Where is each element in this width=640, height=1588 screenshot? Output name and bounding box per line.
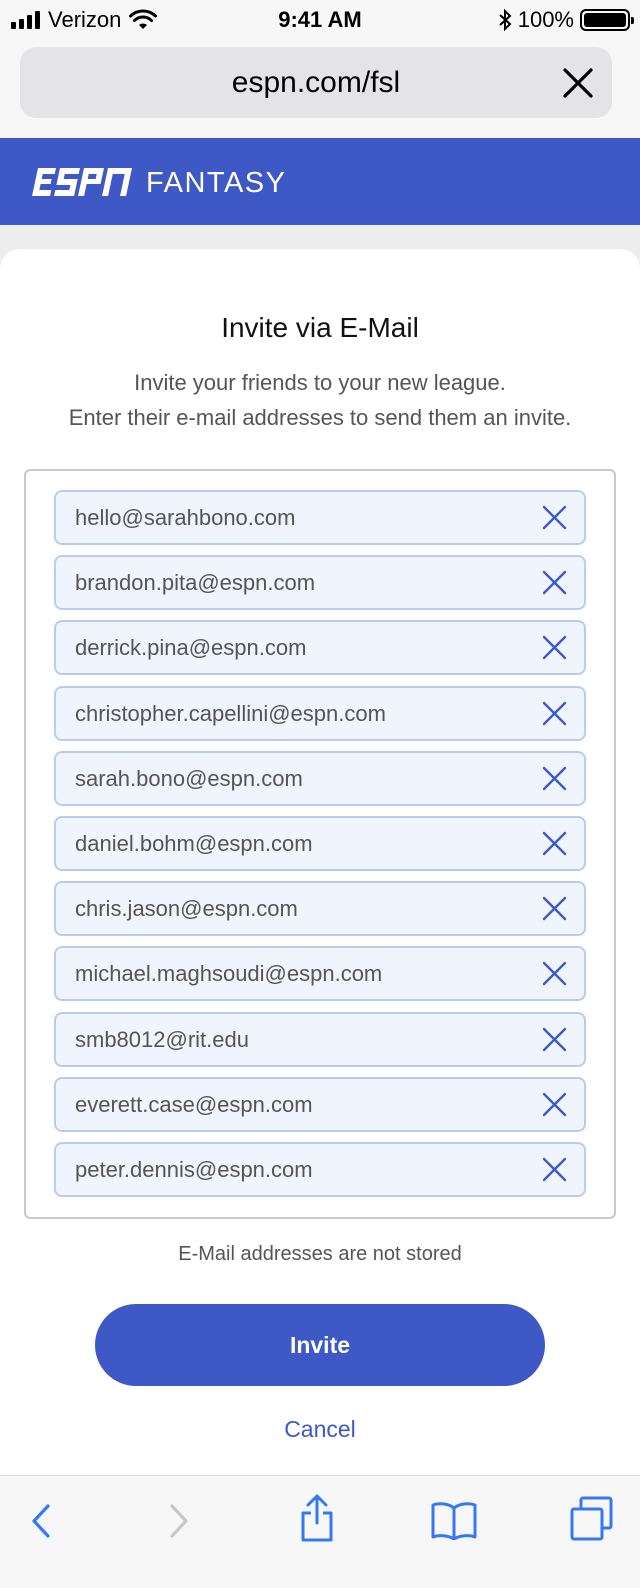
close-icon[interactable] (562, 67, 594, 99)
email-chip-label: hello@sarahbono.com (75, 505, 296, 530)
email-chip[interactable]: sarah.bono@espn.com (54, 751, 586, 806)
url-text[interactable]: espn.com/fsl (20, 47, 612, 118)
page-title: Invite via E-Mail (221, 312, 419, 343)
forward-icon[interactable] (168, 1503, 190, 1539)
close-icon[interactable] (541, 960, 568, 987)
email-chip[interactable]: hello@sarahbono.com (54, 490, 586, 545)
close-icon[interactable] (541, 700, 568, 727)
email-chip-label: smb8012@rit.edu (75, 1027, 249, 1052)
email-chip-label: peter.dennis@espn.com (75, 1157, 313, 1182)
status-bar: Verizon 9:41 AM 100% (0, 0, 640, 40)
email-chip-label: derrick.pina@espn.com (75, 635, 307, 660)
close-icon[interactable] (541, 1156, 568, 1183)
browser-toolbar (0, 1475, 640, 1588)
close-icon[interactable] (541, 765, 568, 792)
url-bar[interactable]: espn.com/fsl (20, 47, 612, 118)
email-chip[interactable]: derrick.pina@espn.com (54, 620, 586, 675)
close-icon[interactable] (541, 504, 568, 531)
brand-product-label: FANTASY (146, 167, 287, 199)
email-chip-label: chris.jason@espn.com (75, 896, 298, 921)
espn-logo (32, 168, 132, 196)
subtitle-line-1: Invite your friends to your new league. (134, 370, 506, 395)
battery-percent: 100% (517, 7, 574, 32)
email-chip[interactable]: chris.jason@espn.com (54, 881, 586, 936)
share-icon[interactable] (299, 1493, 335, 1543)
email-chip-label: sarah.bono@espn.com (75, 766, 303, 791)
email-chip[interactable]: everett.case@espn.com (54, 1077, 586, 1132)
privacy-note: E-Mail addresses are not stored (178, 1243, 462, 1265)
tabs-icon[interactable] (568, 1495, 616, 1543)
bookmarks-icon[interactable] (430, 1500, 478, 1540)
battery-icon (580, 9, 634, 31)
close-icon[interactable] (541, 634, 568, 661)
email-chip-label: daniel.bohm@espn.com (75, 831, 313, 856)
close-icon[interactable] (541, 1026, 568, 1053)
close-icon[interactable] (541, 895, 568, 922)
email-chip-label: brandon.pita@espn.com (75, 570, 316, 595)
bluetooth-icon (499, 8, 512, 32)
invite-button[interactable]: Invite (95, 1304, 545, 1386)
close-icon[interactable] (541, 1091, 568, 1118)
email-chip-label: michael.maghsoudi@espn.com (75, 961, 383, 986)
close-icon[interactable] (541, 569, 568, 596)
cancel-button[interactable]: Cancel (0, 1412, 640, 1446)
email-chip[interactable]: michael.maghsoudi@espn.com (54, 946, 586, 1001)
email-chip[interactable]: daniel.bohm@espn.com (54, 816, 586, 871)
close-icon[interactable] (541, 830, 568, 857)
email-chip-label: everett.case@espn.com (75, 1092, 313, 1117)
email-chip-label: christopher.capellini@espn.com (75, 701, 386, 726)
email-chip[interactable]: smb8012@rit.edu (54, 1012, 586, 1067)
email-chip[interactable]: christopher.capellini@espn.com (54, 686, 586, 741)
back-icon[interactable] (30, 1503, 52, 1539)
status-right: 100% (498, 6, 634, 34)
email-chip[interactable]: peter.dennis@espn.com (54, 1142, 586, 1197)
email-chip[interactable]: brandon.pita@espn.com (54, 555, 586, 610)
subtitle-line-2: Enter their e-mail addresses to send the… (68, 405, 572, 430)
